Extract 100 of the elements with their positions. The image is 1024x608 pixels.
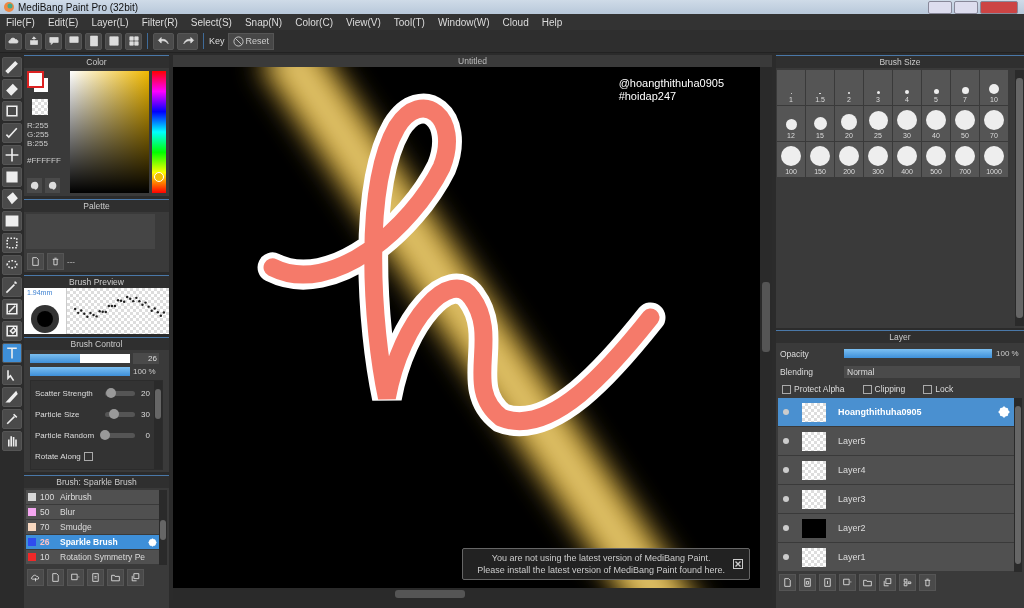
visibility-dot-icon[interactable]	[783, 496, 789, 502]
add-brush-button[interactable]	[67, 569, 84, 586]
checkbox[interactable]	[862, 384, 872, 394]
blending-dropdown[interactable]: Normal	[844, 365, 1020, 378]
merge-button[interactable]	[899, 574, 916, 591]
visibility-dot-icon[interactable]	[783, 467, 789, 473]
slider-thumb[interactable]	[106, 388, 116, 398]
lasso-tool[interactable]	[2, 255, 22, 275]
new-layer-button[interactable]	[779, 574, 796, 591]
slider-thumb[interactable]	[109, 409, 119, 419]
layer-row[interactable]: Layer5	[778, 427, 1014, 456]
palette-button[interactable]	[27, 178, 42, 193]
layer-row[interactable]: Hoangthithuha0905	[778, 398, 1014, 427]
doc-icon	[90, 572, 101, 583]
visibility-dot-icon[interactable]	[783, 438, 789, 444]
brush-item[interactable]: 70 Smudge	[26, 520, 159, 535]
checkbox[interactable]	[782, 384, 791, 394]
knife-tool[interactable]	[2, 387, 22, 407]
slider-thumb[interactable]	[100, 430, 110, 440]
brush-item[interactable]: 26 Sparkle Brush	[26, 535, 159, 550]
menu-item[interactable]: Window(W)	[437, 16, 490, 28]
scrollbar[interactable]	[1015, 70, 1024, 326]
text-tool[interactable]	[2, 343, 22, 363]
cloud-upload-button[interactable]	[27, 569, 44, 586]
color-picker[interactable]	[70, 71, 149, 193]
layer-row[interactable]: Layer4	[778, 456, 1014, 485]
dropper-tool[interactable]	[2, 409, 22, 429]
move-tool[interactable]	[2, 145, 22, 165]
folder-button[interactable]	[859, 574, 876, 591]
hue-thumb[interactable]	[154, 172, 164, 183]
maximize-button[interactable]	[954, 0, 978, 14]
reset-button[interactable]: Reset	[227, 32, 275, 50]
page-button[interactable]	[85, 32, 102, 50]
palette-button[interactable]	[45, 178, 60, 193]
visibility-dot-icon[interactable]	[783, 554, 789, 560]
opacity-slider[interactable]	[30, 367, 130, 376]
comment-button[interactable]	[45, 32, 62, 50]
wand-tool[interactable]	[2, 277, 22, 297]
menu-item[interactable]: Edit(E)	[47, 16, 79, 28]
size-value[interactable]: 26	[133, 353, 159, 364]
new-page-button[interactable]	[27, 253, 44, 270]
close-button[interactable]	[980, 0, 1018, 14]
menu-item[interactable]: Color(C)	[295, 16, 333, 28]
checkbox[interactable]	[83, 452, 93, 461]
document-button[interactable]	[87, 569, 104, 586]
menu-item[interactable]: Layer(L)	[91, 16, 129, 28]
gradient-tool[interactable]	[2, 211, 22, 231]
menu-item[interactable]: Select(S)	[190, 16, 232, 28]
trash-button[interactable]	[919, 574, 936, 591]
brush-tool[interactable]	[2, 57, 22, 77]
folder-button[interactable]	[107, 569, 124, 586]
layer-opacity-slider[interactable]	[844, 349, 992, 358]
menu-item[interactable]: Snap(N)	[244, 16, 283, 28]
layer-row[interactable]: Layer1	[778, 543, 1014, 572]
menu-item[interactable]: File(F)	[6, 16, 35, 28]
close-icon[interactable]	[733, 559, 743, 569]
new-page-button[interactable]	[47, 569, 64, 586]
brush-item[interactable]: 50 Blur	[26, 505, 159, 520]
undo-button[interactable]	[153, 32, 174, 50]
eraser-tool[interactable]	[2, 79, 22, 99]
scrollbar[interactable]	[159, 490, 167, 565]
new-1bit-layer-button[interactable]	[819, 574, 836, 591]
menu-item[interactable]: Filter(R)	[141, 16, 178, 28]
transparent-swatch[interactable]	[32, 99, 48, 115]
visibility-dot-icon[interactable]	[783, 525, 789, 531]
menu-item[interactable]: Help	[541, 16, 563, 28]
color-swatches[interactable]	[27, 71, 51, 95]
duplicate-button[interactable]	[127, 569, 144, 586]
gear-icon[interactable]	[148, 537, 159, 547]
new-8bit-layer-button[interactable]	[799, 574, 816, 591]
upload-button[interactable]	[25, 32, 42, 50]
bucket-tool[interactable]	[2, 189, 22, 209]
canvas-tab[interactable]: Untitled	[173, 55, 772, 67]
tiles-button[interactable]	[125, 32, 142, 50]
visibility-dot-icon[interactable]	[783, 409, 789, 415]
menu-item[interactable]: Cloud	[502, 16, 529, 28]
menu-item[interactable]: View(V)	[345, 16, 381, 28]
brush-item[interactable]: 10 Rotation Symmetry Pe	[26, 550, 159, 565]
brush-name: Blur	[60, 507, 76, 517]
layer-row[interactable]: Layer2	[778, 514, 1014, 543]
brush-item[interactable]: 100 Airbrush	[26, 490, 159, 505]
cloud-button[interactable]	[5, 32, 22, 50]
minimize-button[interactable]	[928, 0, 952, 14]
checkbox[interactable]	[923, 384, 933, 394]
trash-button[interactable]	[47, 253, 64, 270]
knife-icon	[4, 389, 20, 405]
layer-row[interactable]: Layer3	[778, 485, 1014, 514]
scrollbar[interactable]	[1014, 398, 1022, 572]
size-slider[interactable]	[30, 354, 130, 363]
redo-button[interactable]	[177, 32, 198, 50]
select-tool[interactable]	[2, 233, 22, 253]
menu-item[interactable]: Tool(T)	[393, 16, 425, 28]
duplicate-button[interactable]	[879, 574, 896, 591]
hand-tool[interactable]	[2, 431, 22, 451]
hue-slider[interactable]	[152, 71, 166, 193]
rect-tool[interactable]	[2, 101, 22, 121]
fillrect-tool[interactable]	[2, 167, 22, 187]
param-value: 20	[140, 389, 150, 398]
add-layer-button[interactable]	[839, 574, 856, 591]
scrollbar[interactable]	[154, 381, 162, 469]
